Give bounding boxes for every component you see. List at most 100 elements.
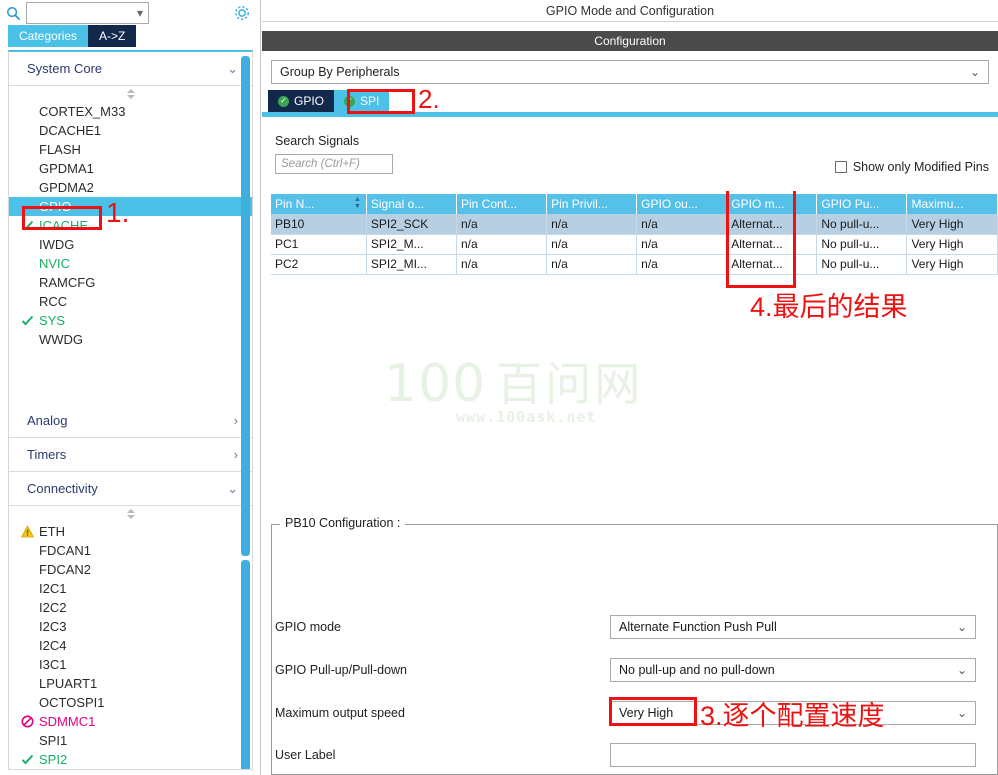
tab-spi[interactable]: ✓ SPI [334,90,390,112]
sidebar-item-rcc[interactable]: RCC [9,292,252,311]
sidebar-item-cortex_m33[interactable]: CORTEX_M33 [9,102,252,121]
config-field-row: Maximum output speed Very High ⌄ [262,701,989,725]
table-cell[interactable]: Alternat... [726,234,818,255]
sidebar-section-timers[interactable]: Timers › [9,438,252,472]
no-status-icon [19,102,35,121]
sidebar-item-gpdma1[interactable]: GPDMA1 [9,159,252,178]
table-header-cell[interactable]: GPIO Pu... [816,194,908,214]
table-cell[interactable]: No pull-u... [816,234,908,255]
sort-arrows-icon[interactable]: ▲ ▼ [354,196,361,210]
watermark: 100 百问网 www.100ask.net [384,348,643,426]
no-status-icon [19,292,35,311]
show-only-modified-label: Show only Modified Pins [852,160,989,174]
tab-gpio[interactable]: ✓ GPIO [268,90,335,112]
sidebar-item-flash[interactable]: FLASH [9,140,252,159]
table-cell[interactable]: PC1 [271,234,367,255]
search-icon[interactable] [0,0,26,26]
table-header-row: Pin N... ▲ ▼ Signal o... Pin Cont... Pin Priv… [271,194,998,214]
gear-icon[interactable] [232,3,254,25]
table-cell[interactable]: PB10 [271,214,367,235]
sidebar-item-wwdg[interactable]: WWDG [9,330,252,349]
table-header-cell[interactable]: Maximu... [906,194,998,214]
table-header-cell[interactable]: Pin N... ▲ ▼ [271,194,367,214]
table-cell[interactable]: n/a [636,234,728,255]
table-row[interactable]: PB10 SPI2_SCK n/a n/a n/a Alternat... No pull-… [271,214,998,235]
table-cell[interactable]: Very High [906,214,998,235]
field-control-maximum-output-speed[interactable]: Very High ⌄ [610,701,976,725]
table-header-cell[interactable]: Signal o... [366,194,457,214]
show-only-modified-checkbox[interactable] [834,161,847,173]
table-cell[interactable]: n/a [546,254,638,275]
search-input[interactable]: ▾ [26,2,149,24]
search-chevron-down-icon: ▾ [136,6,143,20]
sidebar-item-gpdma2[interactable]: GPDMA2 [9,178,252,197]
table-cell[interactable]: Very High [906,254,998,275]
sidebar-item-icache[interactable]: ICACHE [9,216,252,235]
no-status-icon [19,197,35,216]
table-cell[interactable]: SPI2_MI... [366,254,457,275]
no-status-icon [19,159,35,178]
sidebar-item-octospi1[interactable]: OCTOSPI1 [9,693,252,712]
sidebar-item-sys[interactable]: SYS [9,311,252,330]
table-cell[interactable]: Alternat... [726,254,818,275]
table-cell[interactable]: Very High [906,234,998,255]
table-cell[interactable]: n/a [636,254,728,275]
warning-icon [19,522,35,541]
sidebar-item-lpuart1[interactable]: LPUART1 [9,674,252,693]
table-cell[interactable]: SPI2_M... [366,234,457,255]
table-row[interactable]: PC2 SPI2_MI... n/a n/a n/a Alternat... No pull… [271,254,998,275]
field-control-user-label[interactable] [610,743,976,767]
table-cell[interactable]: n/a [636,214,728,235]
sidebar-item-spi2[interactable]: SPI2 [9,750,252,769]
show-only-modified-pins-row[interactable]: Show only Modified Pins [834,160,989,174]
sidebar-item-iwdg[interactable]: IWDG [9,235,252,254]
table-row[interactable]: PC1 SPI2_M... n/a n/a n/a Alternat... No pull-… [271,234,998,255]
sidebar-item-eth[interactable]: ETH [9,522,252,541]
scroll-spinner-connectivity[interactable] [9,506,252,522]
no-status-icon [19,617,35,636]
search-signals-input[interactable]: Search (Ctrl+F) [275,154,393,174]
table-cell[interactable]: Alternat... [726,214,818,235]
table-cell[interactable]: n/a [456,234,548,255]
table-cell[interactable]: n/a [546,234,638,255]
table-header-cell[interactable]: Pin Privil... [546,194,638,214]
tab-a-to-z[interactable]: A->Z [88,25,137,47]
sidebar-item-i2c2[interactable]: I2C2 [9,598,252,617]
field-control-gpio-mode[interactable]: Alternate Function Push Pull ⌄ [610,615,976,639]
sidebar-item-dcache1[interactable]: DCACHE1 [9,121,252,140]
table-cell[interactable]: No pull-u... [816,254,908,275]
table-cell[interactable]: n/a [456,254,548,275]
sidebar-item-gpio[interactable]: GPIO [9,197,252,216]
sidebar-item-nvic[interactable]: NVIC [9,254,252,273]
field-control-gpio-pull-up-pull-down[interactable]: No pull-up and no pull-down ⌄ [610,658,976,682]
no-status-icon [19,330,35,349]
sidebar-section-connectivity[interactable]: Connectivity ⌄ [9,472,252,506]
table-cell[interactable]: SPI2_SCK [366,214,457,235]
table-cell[interactable]: n/a [546,214,638,235]
tab-categories[interactable]: Categories [8,25,89,47]
table-header-cell[interactable]: GPIO ou... [636,194,728,214]
table-header-cell[interactable]: Pin Cont... [456,194,548,214]
table-header-cell[interactable]: GPIO m... [726,194,818,214]
sidebar-item-fdcan1[interactable]: FDCAN1 [9,541,252,560]
sidebar-section-analog[interactable]: Analog › [9,404,252,438]
sidebar-item-ramcfg[interactable]: RAMCFG [9,273,252,292]
sidebar-item-spi1[interactable]: SPI1 [9,731,252,750]
table-cell[interactable]: PC2 [271,254,367,275]
pin-configuration-group [271,524,998,775]
group-by-select[interactable]: Group By Peripherals ⌄ [271,60,989,84]
sidebar-item-sdmmc1[interactable]: SDMMC1 [9,712,252,731]
sidebar-item-i2c4[interactable]: I2C4 [9,636,252,655]
sidebar-scrollbar-thumb-lower[interactable] [241,560,250,769]
sidebar-item-i3c1[interactable]: I3C1 [9,655,252,674]
sidebar-section-system-core[interactable]: System Core ⌄ [9,52,252,86]
sidebar-item-i2c3[interactable]: I2C3 [9,617,252,636]
scroll-spinner-system-core[interactable] [9,86,252,102]
table-cell[interactable]: n/a [456,214,548,235]
sidebar-scrollbar-thumb[interactable] [241,56,250,556]
no-status-icon [19,541,35,560]
table-cell[interactable]: No pull-u... [816,214,908,235]
sidebar-item-fdcan2[interactable]: FDCAN2 [9,560,252,579]
sidebar-item-i2c1[interactable]: I2C1 [9,579,252,598]
sidebar-item-label: OCTOSPI1 [39,695,105,710]
